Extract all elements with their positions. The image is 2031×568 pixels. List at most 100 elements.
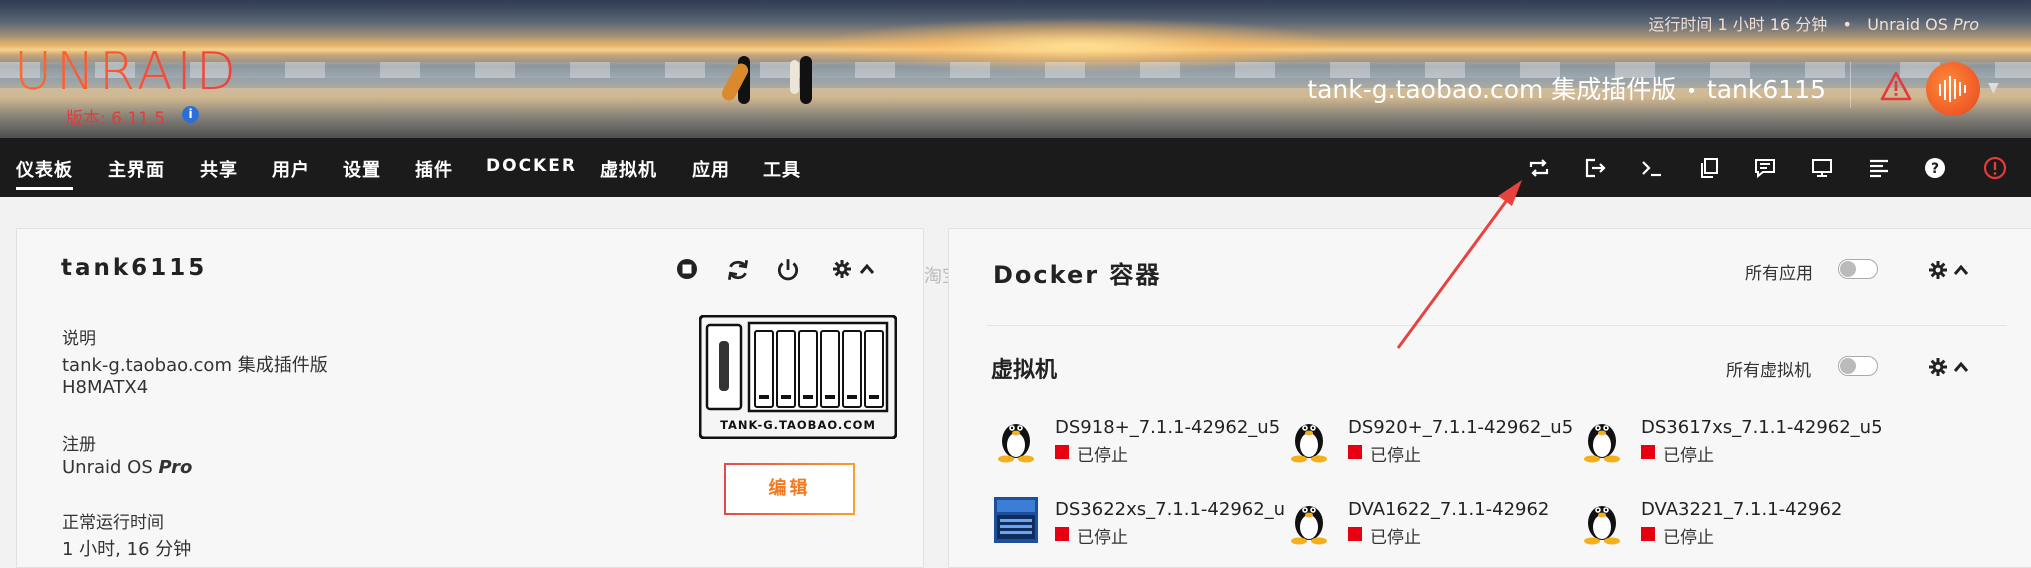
server-name: tank6115 [1706,75,1826,104]
svg-text:?: ? [1931,161,1939,177]
linux-tux-icon [1584,506,1620,545]
vm-item[interactable]: DS920+_7.1.1-42962_u5 已停止 [1286,413,1573,469]
registration-edition: Pro [158,457,193,478]
unraid-logo[interactable]: UNRAID [14,42,240,102]
gear-icon[interactable] [1929,261,1947,279]
toggle-knob [1840,261,1856,277]
alert-icon[interactable] [1880,71,1912,101]
nav-docker[interactable]: DOCKER [486,156,577,176]
docker-vm-panel: Docker 容器 所有应用 虚拟机 所有虚拟机 DS918+_7.1.1-42… [948,228,2031,568]
uptime-label: 正常运行时间 [62,513,164,533]
linux-tux-icon [1291,424,1327,463]
vm-status: 已停止 [1370,446,1421,466]
vm-name[interactable]: DVA1622_7.1.1-42962 [1348,499,1549,520]
help-icon[interactable]: ? [1923,156,1947,180]
vm-name[interactable]: DS920+_7.1.1-42962_u5 [1348,417,1573,438]
nav-shares[interactable]: 共享 [200,156,238,182]
reboot-icon[interactable] [1527,156,1551,180]
system-name: tank6115 [61,255,208,281]
linux-tux-icon [1291,506,1327,545]
linux-tux-icon [1584,424,1620,463]
stopped-status-icon [1641,445,1655,459]
description-label: 说明 [62,329,96,349]
all-vms-label: 所有虚拟机 [1726,361,1811,381]
avatar[interactable] [1926,62,1980,116]
gear-icon[interactable] [833,260,851,278]
monitor-icon[interactable] [1810,156,1834,180]
shutdown-icon[interactable] [1983,156,2007,180]
all-apps-toggle[interactable] [1838,259,1878,279]
all-apps-label: 所有应用 [1745,264,1813,284]
vm-item[interactable]: DVA3221_7.1.1-42962 已停止 [1579,495,1859,551]
registration-label: 注册 [62,435,96,455]
uptime-value: 1 小时, 16 分钟 [62,539,192,560]
nas-caption: TANK-G.TAOBAO.COM [720,418,876,432]
log-icon[interactable] [1867,156,1891,180]
restart-icon[interactable] [725,257,751,283]
notes-icon[interactable] [1753,156,1777,180]
logout-icon[interactable] [1583,156,1607,180]
vm-item[interactable]: DS918+_7.1.1-42962_u5 已停止 [993,413,1280,469]
vm-item[interactable]: DS3622xs_7.1.1-42962_u 已停止 [993,495,1285,551]
vm-name[interactable]: DS3617xs_7.1.1-42962_u5 [1641,417,1883,438]
gear-icon[interactable] [1929,358,1947,376]
terminal-icon[interactable] [1640,156,1664,180]
stop-array-icon[interactable] [675,257,699,281]
nav-dashboard[interactable]: 仪表板 [16,156,73,190]
registration-prefix: Unraid OS [62,457,159,478]
docker-title: Docker 容器 [993,261,1162,289]
stopped-status-icon [1641,527,1655,541]
main-nav: 仪表板 主界面 共享 用户 设置 插件 DOCKER 虚拟机 应用 工具 ? [0,138,2031,197]
chevron-up-icon[interactable] [1953,263,1969,277]
nav-vms[interactable]: 虚拟机 [600,156,657,182]
edition-prefix: Unraid OS [1867,15,1953,34]
chevron-down-icon[interactable]: ▼ [1988,80,1999,96]
vm-name[interactable]: DS918+_7.1.1-42962_u5 [1055,417,1280,438]
chevron-up-icon[interactable] [859,262,875,276]
linux-tux-icon [998,424,1034,463]
nas-server-image: TANK-G.TAOBAO.COM [699,315,897,439]
synology-nas-icon [994,497,1038,543]
description-value: tank-g.taobao.com 集成插件版 [62,355,328,376]
power-icon[interactable] [775,257,801,283]
uptime-text: 运行时间 1 小时 16 分钟 [1648,15,1828,34]
banner-surfer-2 [800,56,812,104]
vm-title: 虚拟机 [991,358,1058,383]
nav-settings[interactable]: 设置 [343,156,381,182]
stopped-status-icon [1055,445,1069,459]
section-divider [987,325,2007,326]
banner-surfboard-2 [790,60,799,94]
server-description: tank-g.taobao.com 集成插件版 [1307,75,1677,104]
vm-item[interactable]: DVA1622_7.1.1-42962 已停止 [1286,495,1566,551]
info-icon[interactable]: i [182,106,199,123]
vm-status: 已停止 [1370,528,1421,548]
header-banner: UNRAID 版本: 6.11.5 i 运行时间 1 小时 16 分钟 • Un… [0,0,2031,138]
server-description-line: tank-g.taobao.com 集成插件版 • tank6115 [1307,70,1826,106]
all-vms-toggle[interactable] [1838,356,1878,376]
vm-item[interactable]: DS3617xs_7.1.1-42962_u5 已停止 [1579,413,1883,469]
registration-value: Unraid OS Pro [62,457,192,478]
vm-name[interactable]: DS3622xs_7.1.1-42962_u [1055,499,1285,520]
nav-users[interactable]: 用户 [272,156,310,182]
toggle-knob [1840,358,1856,374]
nav-tools[interactable]: 工具 [763,156,801,182]
vm-status: 已停止 [1663,528,1714,548]
avatar-waveform-icon [1939,76,1966,102]
vm-name[interactable]: DVA3221_7.1.1-42962 [1641,499,1842,520]
uptime-line: 运行时间 1 小时 16 分钟 • Unraid OS Pro [1648,11,1979,35]
vm-status: 已停止 [1077,446,1128,466]
feedback-icon[interactable] [1697,156,1721,180]
nav-plugins[interactable]: 插件 [415,156,453,182]
stopped-status-icon [1348,527,1362,541]
vm-status: 已停止 [1663,446,1714,466]
separator-dot: • [1686,80,1697,102]
model-value: H8MATX4 [62,377,149,398]
edit-button[interactable]: 编辑 [724,463,855,515]
separator-dot: • [1842,15,1852,34]
chevron-up-icon[interactable] [1953,360,1969,374]
edition-label: Pro [1952,15,1979,34]
stopped-status-icon [1055,527,1069,541]
version-label[interactable]: 版本: 6.11.5 [66,104,165,129]
nav-apps[interactable]: 应用 [692,156,730,182]
nav-main[interactable]: 主界面 [108,156,165,182]
